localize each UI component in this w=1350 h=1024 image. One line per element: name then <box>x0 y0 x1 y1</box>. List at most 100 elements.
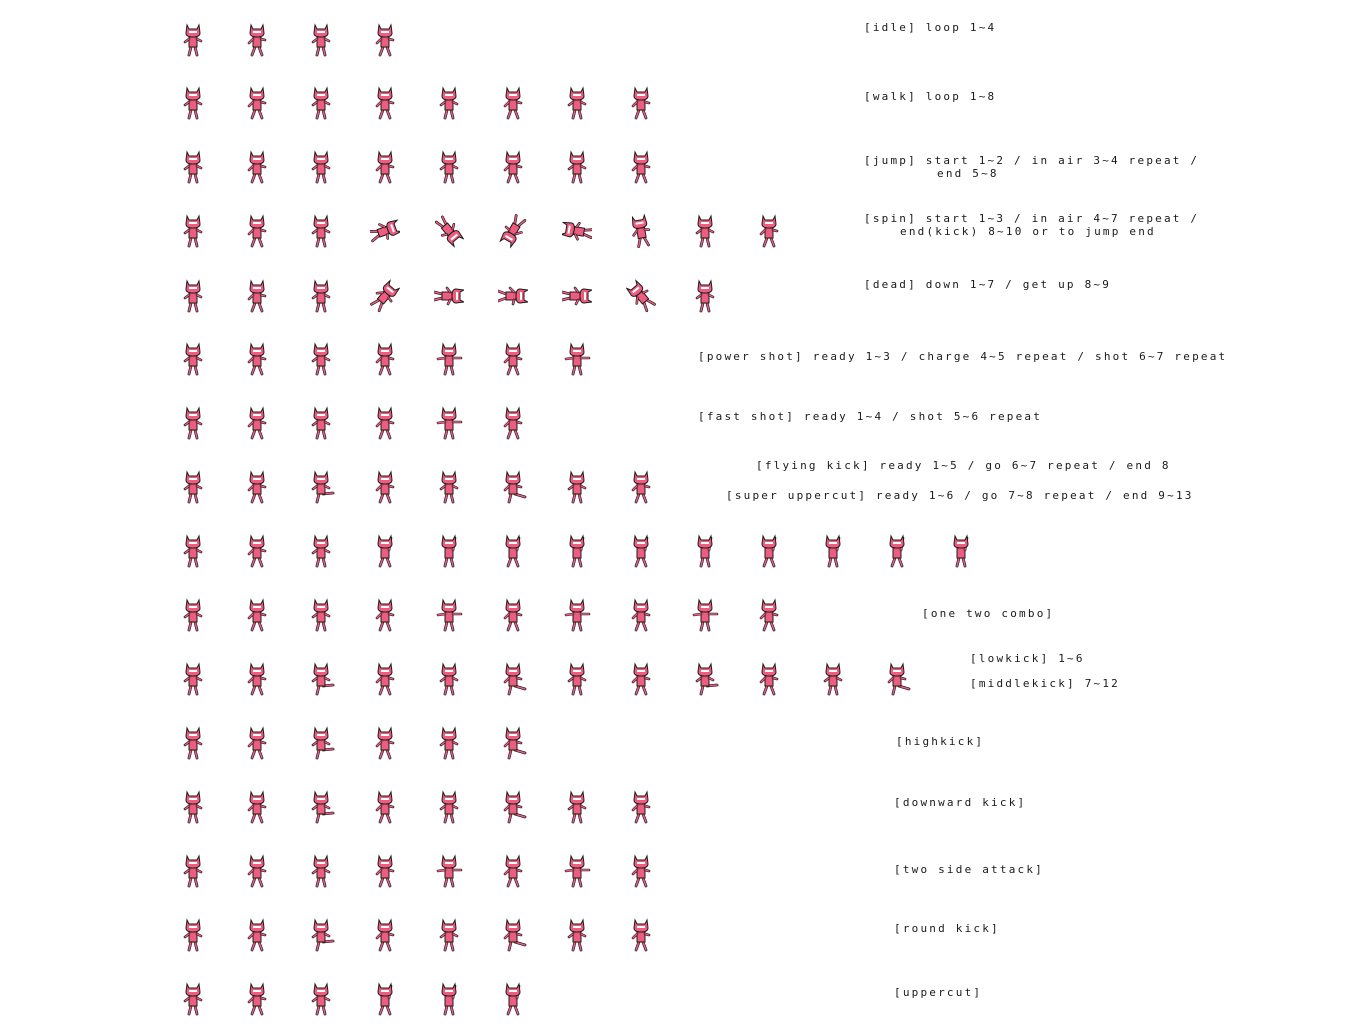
sprite-frame <box>562 213 592 249</box>
sprite-frame <box>178 853 208 889</box>
sprite-frame <box>754 597 784 633</box>
sprite-frame <box>562 341 592 377</box>
sprite-frame <box>370 405 400 441</box>
sprite-frame <box>306 149 336 185</box>
sprite-frame <box>626 789 656 825</box>
sprite-frame <box>178 405 208 441</box>
sprite-frame <box>178 149 208 185</box>
sprite-frame <box>434 278 464 314</box>
sprite-frame <box>370 981 400 1017</box>
sprite-frame <box>434 341 464 377</box>
sprite-frame <box>178 597 208 633</box>
sprite-frame <box>434 85 464 121</box>
sprite-frame <box>242 213 272 249</box>
animation-label: [jump] start 1~2 / in air 3~4 repeat / <box>864 154 1200 167</box>
sprite-frame <box>498 278 528 314</box>
sprite-frame <box>434 405 464 441</box>
sprite-frame <box>626 469 656 505</box>
animation-label: [two side attack] <box>894 863 1044 876</box>
sprite-frame <box>242 725 272 761</box>
animation-label: [walk] loop 1~8 <box>864 90 997 103</box>
sprite-frame <box>370 469 400 505</box>
sprite-frame <box>306 981 336 1017</box>
sprite-frame <box>498 917 528 953</box>
sprite-frame <box>306 853 336 889</box>
sprite-frame <box>434 981 464 1017</box>
sprite-frame <box>242 853 272 889</box>
sprite-frame <box>178 278 208 314</box>
sprite-frame <box>306 405 336 441</box>
sprite-frame <box>242 597 272 633</box>
sprite-frame <box>242 917 272 953</box>
sprite-frame <box>306 533 336 569</box>
sprite-frame <box>498 789 528 825</box>
sprite-frame <box>242 533 272 569</box>
animation-label: [middlekick] 7~12 <box>970 677 1120 690</box>
sprite-frame <box>370 789 400 825</box>
animation-label: [uppercut] <box>894 986 983 999</box>
sprite-frame <box>306 725 336 761</box>
sprite-frame <box>562 85 592 121</box>
sprite-frame <box>562 789 592 825</box>
sprite-frame <box>178 469 208 505</box>
sprite-frame <box>498 597 528 633</box>
sprite-frame <box>434 725 464 761</box>
sprite-frame <box>754 213 784 249</box>
sprite-frame <box>434 661 464 697</box>
sprite-frame <box>882 533 912 569</box>
sprite-frame <box>370 278 400 314</box>
sprite-frame <box>434 533 464 569</box>
sprite-frame <box>178 22 208 58</box>
sprite-frame <box>434 469 464 505</box>
sprite-frame <box>498 981 528 1017</box>
sprite-frame <box>626 597 656 633</box>
sprite-frame <box>306 597 336 633</box>
animation-label: [downward kick] <box>894 796 1027 809</box>
sprite-frame <box>562 853 592 889</box>
sprite-frame <box>498 853 528 889</box>
sprite-frame <box>882 661 912 697</box>
sprite-frame <box>242 149 272 185</box>
sprite-frame <box>498 149 528 185</box>
sprite-frame <box>626 213 656 249</box>
sprite-frame <box>306 917 336 953</box>
sprite-frame <box>178 85 208 121</box>
sprite-frame <box>690 661 720 697</box>
sprite-frame <box>306 661 336 697</box>
sprite-frame <box>370 533 400 569</box>
animation-label: end 5~8 <box>937 167 999 180</box>
sprite-frame <box>242 85 272 121</box>
sprite-frame <box>178 725 208 761</box>
sprite-frame <box>370 341 400 377</box>
sprite-frame <box>626 149 656 185</box>
animation-label: [lowkick] 1~6 <box>970 652 1085 665</box>
sprite-frame <box>178 213 208 249</box>
sprite-frame <box>242 22 272 58</box>
animation-label: [power shot] ready 1~3 / charge 4~5 repe… <box>698 350 1228 363</box>
animation-label: [one two combo] <box>922 607 1055 620</box>
sprite-frame <box>626 85 656 121</box>
sprite-frame <box>498 405 528 441</box>
sprite-frame <box>498 85 528 121</box>
sprite-frame <box>242 981 272 1017</box>
sprite-frame <box>178 981 208 1017</box>
sprite-frame <box>370 661 400 697</box>
sprite-frame <box>562 661 592 697</box>
sprite-frame <box>690 213 720 249</box>
sprite-frame <box>562 597 592 633</box>
sprite-frame <box>242 469 272 505</box>
sprite-frame <box>562 149 592 185</box>
sprite-frame <box>818 661 848 697</box>
sprite-frame <box>498 213 528 249</box>
animation-label: [super uppercut] ready 1~6 / go 7~8 repe… <box>726 489 1194 502</box>
sprite-frame <box>370 725 400 761</box>
sprite-frame <box>690 533 720 569</box>
sprite-frame <box>242 341 272 377</box>
sprite-frame <box>946 533 976 569</box>
sprite-frame <box>370 85 400 121</box>
sprite-frame <box>306 85 336 121</box>
sprite-frame <box>242 278 272 314</box>
sprite-frame <box>690 278 720 314</box>
sprite-frame <box>306 278 336 314</box>
sprite-frame <box>562 469 592 505</box>
